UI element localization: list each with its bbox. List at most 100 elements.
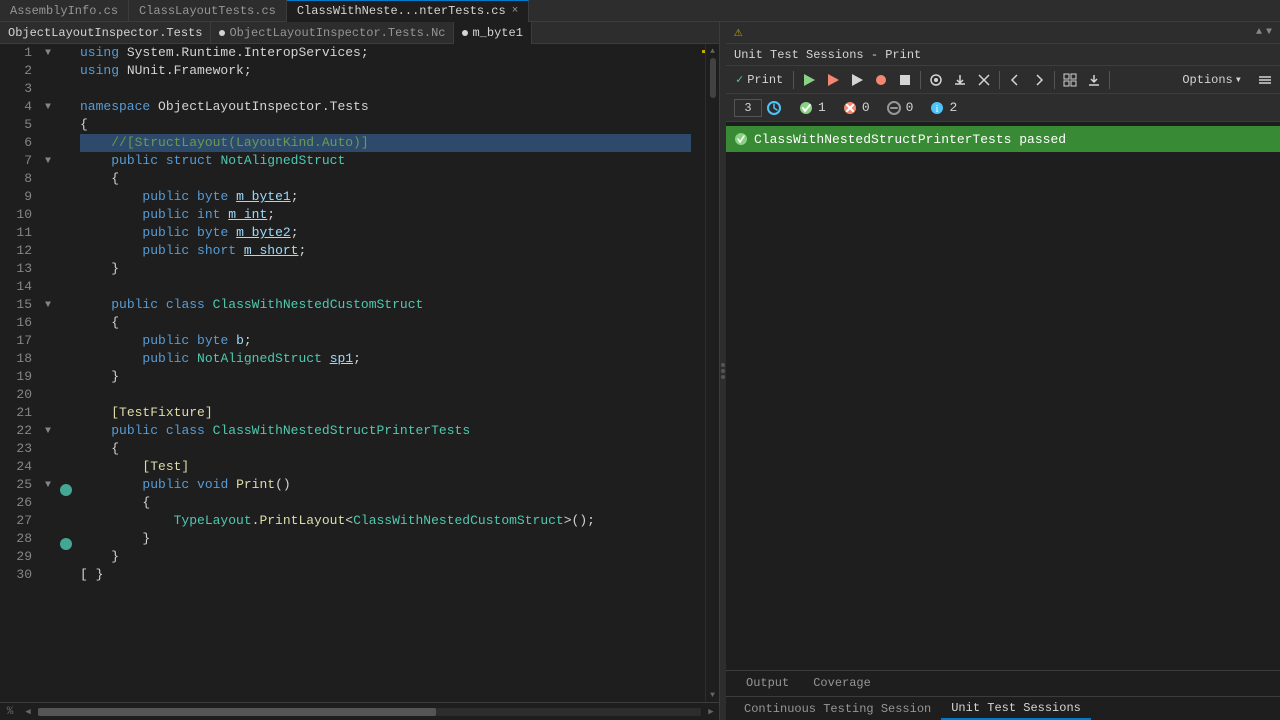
collapse-btn-22[interactable]: ▼ <box>40 422 56 440</box>
h-scroll-thumb[interactable] <box>38 708 436 716</box>
test-session-title: Unit Test Sessions - Print <box>734 48 921 62</box>
scroll-down-arrow[interactable]: ▼ <box>706 688 720 702</box>
collapse-btn-4[interactable]: ▼ <box>40 98 56 116</box>
code-line-29: } <box>80 548 691 566</box>
test-results: ClassWithNestedStructPrinterTests passed <box>726 122 1280 670</box>
run-failed-button[interactable] <box>822 69 844 91</box>
test-result-label-1: ClassWithNestedStructPrinterTests passed <box>754 132 1066 147</box>
code-bottom: % ◀ ▶ <box>0 702 719 720</box>
tab-assemblyinfo[interactable]: AssemblyInfo.cs <box>0 0 129 22</box>
scroll-thumb[interactable] <box>710 58 716 98</box>
vertical-scrollbar[interactable]: ▲ ▼ <box>705 44 719 702</box>
info-icon: i <box>929 100 945 116</box>
skipped-icon <box>886 100 902 116</box>
editor-tab-nc[interactable]: ObjectLayoutInspector.Tests.Nc <box>211 22 454 44</box>
code-line-1: using System.Runtime.InteropServices; <box>80 44 691 62</box>
stat-failed: 0 <box>842 100 870 116</box>
code-line-24: [Test] <box>80 458 691 476</box>
code-line-5: { <box>80 116 691 134</box>
h-scroll-left[interactable]: ◀ <box>20 707 36 717</box>
failed-count: 0 <box>862 100 870 115</box>
grid-view-button[interactable] <box>1059 69 1081 91</box>
collapse-btn-7[interactable]: ▼ <box>40 152 56 170</box>
collapse-gutter: ▼ ▼ ▼ ▼ ▼ <box>40 44 56 702</box>
export-button[interactable] <box>1083 69 1105 91</box>
run-button[interactable] <box>846 69 868 91</box>
tab-classnested[interactable]: ClassWithNeste...nterTests.cs × <box>287 0 529 22</box>
collapse-btn-25[interactable]: ▼ <box>40 476 56 494</box>
coverage-tab[interactable]: Coverage <box>801 671 883 697</box>
overview-ruler <box>691 44 705 702</box>
code-line-20 <box>80 386 691 404</box>
close-tests-button[interactable] <box>973 69 995 91</box>
code-line-11: public byte m_byte2; <box>80 224 691 242</box>
output-tab[interactable]: Output <box>734 671 801 697</box>
toolbar-separator-5 <box>1109 71 1110 89</box>
record-button[interactable] <box>870 69 892 91</box>
navigate-prev-button[interactable] <box>1004 69 1026 91</box>
running-icon <box>766 100 782 116</box>
navigate-next-button[interactable] <box>1028 69 1050 91</box>
editor-tab-m_byte1[interactable]: m_byte1 <box>454 22 531 44</box>
close-tab-icon[interactable]: × <box>512 5 519 17</box>
unit-test-sessions-tab[interactable]: Unit Test Sessions <box>941 698 1091 720</box>
options-label: Options <box>1182 73 1232 87</box>
test-toolbar: ✓ Print <box>726 66 1280 94</box>
download-button[interactable] <box>949 69 971 91</box>
code-line-13: } <box>80 260 691 278</box>
h-scroll-right[interactable]: ▶ <box>703 707 719 717</box>
run-all-button[interactable] <box>798 69 820 91</box>
code-line-7: public struct NotAlignedStruct <box>80 152 691 170</box>
right-panel: ⚠ ▲ ▼ Unit Test Sessions - Print ✓ Print <box>726 22 1280 720</box>
breakpoint-gutter <box>56 44 76 702</box>
test-stats: 3 1 0 0 i 2 <box>726 94 1280 122</box>
h-scroll-track[interactable] <box>38 708 701 716</box>
collapse-btn-15[interactable]: ▼ <box>40 296 56 314</box>
editor-tabs: ObjectLayoutInspector.Tests ObjectLayout… <box>0 22 719 44</box>
active-dot-icon <box>462 30 468 36</box>
code-line-18: public NotAlignedStruct sp1; <box>80 350 691 368</box>
code-line-23: { <box>80 440 691 458</box>
bottom-tab-bar: Output Coverage <box>726 671 1280 697</box>
running-count: 3 <box>744 101 751 115</box>
code-line-25: public void Print() <box>80 476 691 494</box>
right-panel-scroll-down[interactable]: ▼ <box>1266 27 1272 38</box>
code-line-17: public byte b; <box>80 332 691 350</box>
code-line-4: namespace ObjectLayoutInspector.Tests <box>80 98 691 116</box>
code-line-2: using NUnit.Framework; <box>80 62 691 80</box>
dot-icon <box>219 30 225 36</box>
tab-classlayout[interactable]: ClassLayoutTests.cs <box>129 0 287 22</box>
test-title-bar: Unit Test Sessions - Print <box>726 44 1280 66</box>
warning-marker <box>702 50 705 53</box>
stat-skipped: 0 <box>886 100 914 116</box>
stat-running: 3 <box>734 99 782 117</box>
code-line-12: public short m_short; <box>80 242 691 260</box>
continuous-testing-tab[interactable]: Continuous Testing Session <box>734 698 941 720</box>
running-count-box: 3 <box>734 99 762 117</box>
code-line-28: } <box>80 530 691 548</box>
more-options-button[interactable] <box>1254 69 1276 91</box>
editor-filepath: ObjectLayoutInspector.Tests <box>0 22 211 44</box>
code-line-6: //[StructLayout(LayoutKind.Auto)] <box>80 134 691 152</box>
code-line-9: public byte m_byte1; <box>80 188 691 206</box>
code-panel: ObjectLayoutInspector.Tests ObjectLayout… <box>0 22 720 720</box>
toolbar-separator-1 <box>793 71 794 89</box>
toolbar-separator-3 <box>999 71 1000 89</box>
test-result-row-1[interactable]: ClassWithNestedStructPrinterTests passed <box>726 126 1280 152</box>
scroll-track[interactable] <box>710 58 716 688</box>
code-line-10: public int m_int; <box>80 206 691 224</box>
options-button[interactable]: Options ▾ <box>1176 69 1248 91</box>
print-label: Print <box>747 73 783 87</box>
toolbar-separator-4 <box>1054 71 1055 89</box>
passed-count: 1 <box>818 100 826 115</box>
collapse-btn-1[interactable]: ▼ <box>40 44 56 62</box>
code-line-21: [TestFixture] <box>80 404 691 422</box>
scroll-up-arrow[interactable]: ▲ <box>706 44 720 58</box>
svg-text:i: i <box>936 104 939 115</box>
stop-button[interactable] <box>894 69 916 91</box>
print-button[interactable]: ✓ Print <box>730 69 789 91</box>
code-lines: using System.Runtime.InteropServices; us… <box>76 44 691 702</box>
breakpoint-button[interactable] <box>925 69 947 91</box>
right-panel-scroll-up[interactable]: ▲ <box>1256 27 1262 38</box>
info-count: 2 <box>949 100 957 115</box>
